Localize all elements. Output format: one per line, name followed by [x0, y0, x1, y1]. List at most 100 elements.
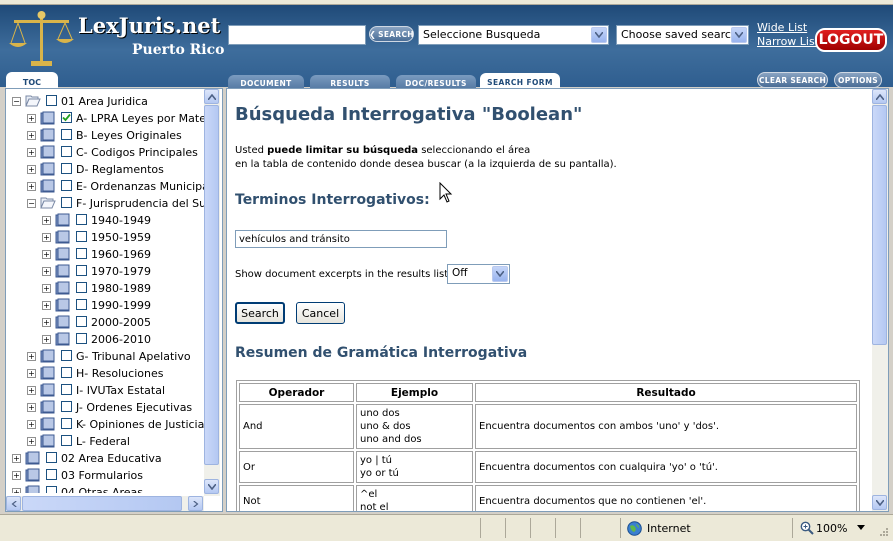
- tree-item-checkbox[interactable]: [46, 486, 57, 493]
- expand-icon[interactable]: +: [27, 165, 36, 174]
- tree-item[interactable]: +1950-1959: [6, 229, 204, 246]
- excerpt-select[interactable]: Off: [447, 264, 510, 284]
- tree-item-label[interactable]: 1940-1949: [91, 214, 151, 227]
- scroll-up-button[interactable]: [204, 89, 219, 104]
- tree-item-checkbox[interactable]: [76, 299, 87, 310]
- tree-item[interactable]: +04 Otras Areas: [6, 484, 204, 493]
- tree-item-checkbox[interactable]: [61, 384, 72, 395]
- saved-search-select[interactable]: Choose saved search: [616, 25, 749, 45]
- wide-list-link[interactable]: Wide List: [757, 21, 807, 34]
- tree-item-label[interactable]: 02 Area Educativa: [61, 452, 162, 465]
- tree-item[interactable]: + B- Leyes Originales: [6, 127, 204, 144]
- cancel-button[interactable]: Cancel: [296, 302, 345, 324]
- narrow-list-link[interactable]: Narrow List: [757, 35, 819, 48]
- tree-item[interactable]: +1960-1969: [6, 246, 204, 263]
- tree-item-checkbox[interactable]: [61, 129, 72, 140]
- expand-icon[interactable]: +: [12, 471, 21, 480]
- tree-item-label[interactable]: I- IVUTax Estatal: [76, 384, 165, 397]
- tree-item-label[interactable]: 1970-1979: [91, 265, 151, 278]
- expand-icon[interactable]: +: [42, 250, 51, 259]
- expand-icon[interactable]: +: [42, 318, 51, 327]
- tree-item-label[interactable]: 01 Area Juridica: [61, 95, 148, 108]
- tree-item[interactable]: + G- Tribunal Apelativo: [6, 348, 204, 365]
- tree-item-checkbox[interactable]: [61, 112, 72, 123]
- tree-item[interactable]: + J- Ordenes Ejecutivas: [6, 399, 204, 416]
- expand-icon[interactable]: +: [42, 233, 51, 242]
- tree-item[interactable]: +03 Formularios: [6, 467, 204, 484]
- tree-item-label[interactable]: K- Opiniones de Justicia: [76, 418, 204, 431]
- tree-item[interactable]: +1980-1989: [6, 280, 204, 297]
- scroll-left-button[interactable]: [6, 496, 21, 511]
- tree-item-checkbox[interactable]: [61, 401, 72, 412]
- tree-item-label[interactable]: G- Tribunal Apelativo: [76, 350, 191, 363]
- tree-item-label[interactable]: 2000-2005: [91, 316, 151, 329]
- expand-icon[interactable]: +: [27, 148, 36, 157]
- tree-item-label[interactable]: 1980-1989: [91, 282, 151, 295]
- expand-icon[interactable]: +: [27, 386, 36, 395]
- expand-icon[interactable]: +: [27, 182, 36, 191]
- tree-item[interactable]: − F- Jurisprudencia del Supremo: [6, 195, 204, 212]
- tree-item-checkbox[interactable]: [76, 282, 87, 293]
- tree-item-label[interactable]: E- Ordenanzas Municipales: [76, 180, 204, 193]
- tree-item-checkbox[interactable]: [61, 146, 72, 157]
- tree-item-label[interactable]: 1950-1959: [91, 231, 151, 244]
- tree-item-checkbox[interactable]: [76, 248, 87, 259]
- tree-item-checkbox[interactable]: [61, 367, 72, 378]
- tree-item-label[interactable]: L- Federal: [76, 435, 130, 448]
- tree-item[interactable]: +1970-1979: [6, 263, 204, 280]
- tree-item[interactable]: +2006-2010: [6, 331, 204, 348]
- expand-icon[interactable]: +: [42, 284, 51, 293]
- tree-item-checkbox[interactable]: [76, 333, 87, 344]
- expand-icon[interactable]: +: [27, 437, 36, 446]
- tree-item-checkbox[interactable]: [61, 197, 72, 208]
- collapse-icon[interactable]: −: [27, 199, 36, 208]
- tree-item[interactable]: − 01 Area Juridica: [6, 93, 204, 110]
- tree-item-label[interactable]: 2006-2010: [91, 333, 151, 346]
- tree-item[interactable]: + D- Reglamentos: [6, 161, 204, 178]
- tree-item-checkbox[interactable]: [61, 180, 72, 191]
- tree-item-checkbox[interactable]: [46, 469, 57, 480]
- content-vertical-scrollbar[interactable]: [872, 89, 888, 511]
- tree-item[interactable]: +1990-1999: [6, 297, 204, 314]
- tree-item-label[interactable]: B- Leyes Originales: [76, 129, 182, 142]
- clear-search-button[interactable]: CLEAR SEARCH: [757, 72, 828, 88]
- tree-item-label[interactable]: F- Jurisprudencia del Supremo: [76, 197, 204, 210]
- tree-item-label[interactable]: H- Resoluciones: [76, 367, 163, 380]
- tree-item-checkbox[interactable]: [46, 95, 57, 106]
- tree-item[interactable]: + K- Opiniones de Justicia: [6, 416, 204, 433]
- expand-icon[interactable]: +: [27, 352, 36, 361]
- toc-horizontal-scrollbar[interactable]: [6, 496, 204, 511]
- tree-item-label[interactable]: 04 Otras Areas: [61, 486, 143, 493]
- logout-button[interactable]: LOGOUT: [815, 28, 887, 52]
- search-type-select[interactable]: Seleccione Busqueda: [418, 25, 609, 45]
- expand-icon[interactable]: +: [27, 114, 36, 123]
- tree-item-label[interactable]: 1990-1999: [91, 299, 151, 312]
- tree-item[interactable]: + C- Codigos Principales: [6, 144, 204, 161]
- expand-icon[interactable]: +: [12, 454, 21, 463]
- zoom-dropdown-icon[interactable]: [857, 525, 865, 531]
- expand-icon[interactable]: +: [42, 335, 51, 344]
- collapse-icon[interactable]: −: [12, 97, 21, 106]
- tree-item[interactable]: +02 Area Educativa: [6, 450, 204, 467]
- scroll-thumb-horizontal[interactable]: [22, 496, 182, 511]
- tree-item-label[interactable]: D- Reglamentos: [76, 163, 164, 176]
- expand-icon[interactable]: +: [42, 216, 51, 225]
- expand-icon[interactable]: +: [42, 301, 51, 310]
- tree-item[interactable]: +1940-1949: [6, 212, 204, 229]
- tree-item[interactable]: + H- Resoluciones: [6, 365, 204, 382]
- tree-item-label[interactable]: J- Ordenes Ejecutivas: [76, 401, 192, 414]
- scroll-down-button[interactable]: [872, 495, 887, 510]
- expand-icon[interactable]: +: [27, 369, 36, 378]
- expand-icon[interactable]: +: [27, 403, 36, 412]
- lexjuris-logo[interactable]: LexJuris.net Puerto Rico: [4, 9, 226, 69]
- quick-search-button[interactable]: ❮ SEARCH: [369, 26, 414, 42]
- zoom-level[interactable]: 100%: [816, 522, 847, 535]
- tree-item-checkbox[interactable]: [61, 435, 72, 446]
- tree-item-checkbox[interactable]: [46, 452, 57, 463]
- tree-item-checkbox[interactable]: [61, 350, 72, 361]
- tree-item-label[interactable]: 03 Formularios: [61, 469, 143, 482]
- expand-icon[interactable]: +: [27, 131, 36, 140]
- tree-item[interactable]: +2000-2005: [6, 314, 204, 331]
- tree-item-checkbox[interactable]: [61, 163, 72, 174]
- tree-item-label[interactable]: C- Codigos Principales: [76, 146, 198, 159]
